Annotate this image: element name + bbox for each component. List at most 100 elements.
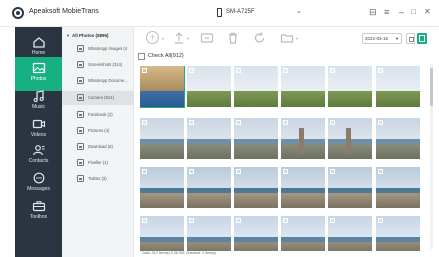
album-item[interactable]: Pixeller (1) [62,156,134,170]
album-item[interactable]: Facebook (2) [62,108,134,122]
check-all-checkbox[interactable] [138,53,145,60]
photo-thumbnail[interactable] [328,167,372,208]
photo-checkbox[interactable] [378,169,383,174]
photo-ground [140,90,184,107]
scrollbar-thumb[interactable] [430,68,433,106]
photo-sea [328,188,372,194]
photo-grid [140,66,426,251]
minimize-button[interactable]: – [399,6,404,18]
photo-thumbnail[interactable] [328,216,372,251]
album-item[interactable]: WhatsApp Images (4 [62,42,134,56]
photo-thumbnail[interactable] [234,66,278,107]
album-label: Camera (912) [88,95,114,100]
photo-sea [187,139,231,145]
device-selector[interactable]: SM-A725F [226,9,255,15]
photo-thumbnail[interactable] [187,118,231,159]
chevron-down-icon[interactable]: ▼ [186,36,190,41]
photo-checkbox[interactable] [283,169,288,174]
photo-thumbnail[interactable] [187,216,231,251]
photo-thumbnail[interactable] [376,66,420,107]
photo-sea [140,237,184,243]
chevron-down-icon[interactable]: ⌄ [296,7,302,15]
maximize-button[interactable]: □ [411,6,416,18]
album-label: WhatsApp Images (4 [88,46,128,51]
sidebar-item-label: Messages [27,186,50,192]
refresh-icon[interactable] [253,31,266,45]
export-icon[interactable] [173,31,185,45]
photo-checkbox[interactable] [330,169,335,174]
photo-checkbox[interactable] [283,218,288,223]
photo-thumbnail[interactable] [140,66,185,108]
photo-checkbox[interactable] [330,218,335,223]
check-all-label: Check All(912) [148,53,184,59]
photo-thumbnail[interactable] [234,118,278,159]
photo-thumbnail[interactable] [234,216,278,251]
photo-thumbnail[interactable] [140,216,184,251]
photo-checkbox[interactable] [189,169,194,174]
photo-checkbox[interactable] [283,120,288,125]
app-title: Apeaksoft MobieTrans [29,8,99,15]
photo-checkbox[interactable] [330,68,335,73]
photo-ground [234,90,278,107]
photo-checkbox[interactable] [283,68,288,73]
chevron-down-icon[interactable]: ▼ [295,36,299,41]
photo-thumbnail[interactable] [328,118,372,159]
photo-thumbnail[interactable] [376,118,420,159]
photo-checkbox[interactable] [330,120,335,125]
album-item[interactable]: Download (6) [62,140,134,154]
menu-icon[interactable]: ≡ [384,6,389,18]
photo-thumbnail[interactable] [328,66,372,107]
photo-thumbnail[interactable] [281,216,325,251]
photo-checkbox[interactable] [378,120,383,125]
photo-thumbnail[interactable] [281,66,325,107]
date-filter-select[interactable]: 2022-03-16 ▼ [362,33,402,44]
all-photos-header[interactable]: ▼ All Photos (5895) [62,30,134,42]
photo-checkbox[interactable] [142,169,147,174]
grid-view-button[interactable] [406,33,415,44]
photo-checkbox[interactable] [189,120,194,125]
photo-thumbnail[interactable] [187,66,231,107]
photo-checkbox[interactable] [236,169,241,174]
import-icon[interactable] [200,31,214,45]
photo-checkbox[interactable] [142,218,147,223]
photo-checkbox[interactable] [142,68,147,73]
photo-checkbox[interactable] [236,68,241,73]
photo-thumbnail[interactable] [140,167,184,208]
collapse-icon[interactable]: ▼ [66,33,70,38]
photo-ground [376,191,420,208]
photo-thumbnail[interactable] [281,118,325,159]
add-icon[interactable]: + [146,31,159,44]
photo-ground [187,142,231,159]
album-item[interactable]: Pictures (4) [62,124,134,138]
album-item[interactable]: Screenshots (314) [62,58,134,72]
sidebar-item-label: Videos [30,132,47,138]
photo-checkbox[interactable] [236,120,241,125]
sidebar-item-toolbox[interactable]: Toolbox [15,195,62,229]
photo-checkbox[interactable] [142,120,147,125]
photo-thumbnail[interactable] [376,216,420,251]
scrollbar[interactable] [430,64,433,249]
close-button[interactable]: ✕ [424,6,431,18]
photo-checkbox[interactable] [189,218,194,223]
folder-icon[interactable] [280,31,294,45]
album-item[interactable]: WhatsApp Docume... [62,74,134,88]
photo-thumbnail[interactable] [234,167,278,208]
photo-thumbnail[interactable] [187,167,231,208]
chevron-down-icon[interactable]: ▼ [161,36,165,41]
album-item-camera[interactable]: Camera (912) [62,91,134,105]
all-photos-label: All Photos (5895) [72,33,109,38]
delete-icon[interactable] [227,31,239,45]
photo-checkbox[interactable] [378,218,383,223]
app-logo-icon [12,7,24,19]
photo-checkbox[interactable] [378,68,383,73]
list-view-button[interactable] [417,33,427,44]
photo-thumbnail[interactable] [140,118,184,159]
photo-checkbox[interactable] [189,68,194,73]
photo-thumbnail[interactable] [376,167,420,208]
album-item[interactable]: Twitter (3) [62,172,134,186]
device-info-icon[interactable]: ⊟ [369,6,377,18]
photo-sea [187,188,231,194]
sidebar: Home Photos Music Videos Contacts Messag… [15,27,62,257]
photo-thumbnail[interactable] [281,167,325,208]
photo-checkbox[interactable] [236,218,241,223]
